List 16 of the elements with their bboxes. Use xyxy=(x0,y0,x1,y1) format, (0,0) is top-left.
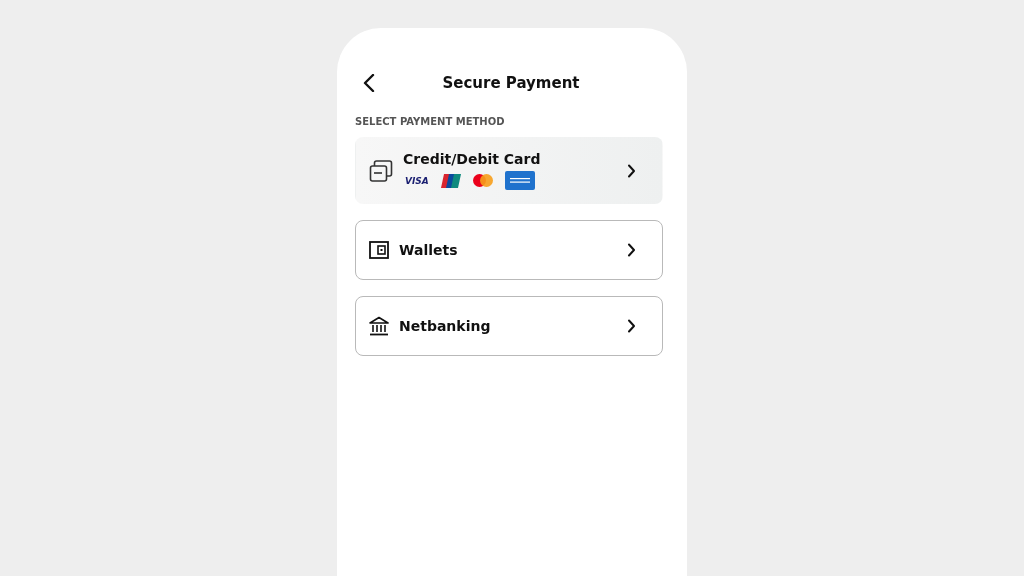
visa-logo: VISA xyxy=(405,175,429,186)
back-icon[interactable] xyxy=(363,74,375,92)
page-title: Secure Payment xyxy=(442,74,580,92)
payment-method-option[interactable]: Wallets xyxy=(355,220,663,280)
chevron-right-icon xyxy=(627,243,636,257)
cards-icon xyxy=(369,158,393,183)
mastercard-logo xyxy=(472,174,493,187)
chevron-right-icon xyxy=(627,319,636,333)
amex-logo xyxy=(504,171,535,190)
payment-method-option[interactable]: Netbanking xyxy=(355,296,663,356)
section-label: SELECT PAYMENT METHOD xyxy=(355,116,506,127)
wallet-icon xyxy=(369,241,389,259)
unionpay-logo xyxy=(440,173,461,188)
chevron-right-icon xyxy=(627,163,636,178)
bank-icon xyxy=(369,316,389,336)
payment-method-option[interactable]: Credit/Debit Card VISA xyxy=(355,137,663,204)
